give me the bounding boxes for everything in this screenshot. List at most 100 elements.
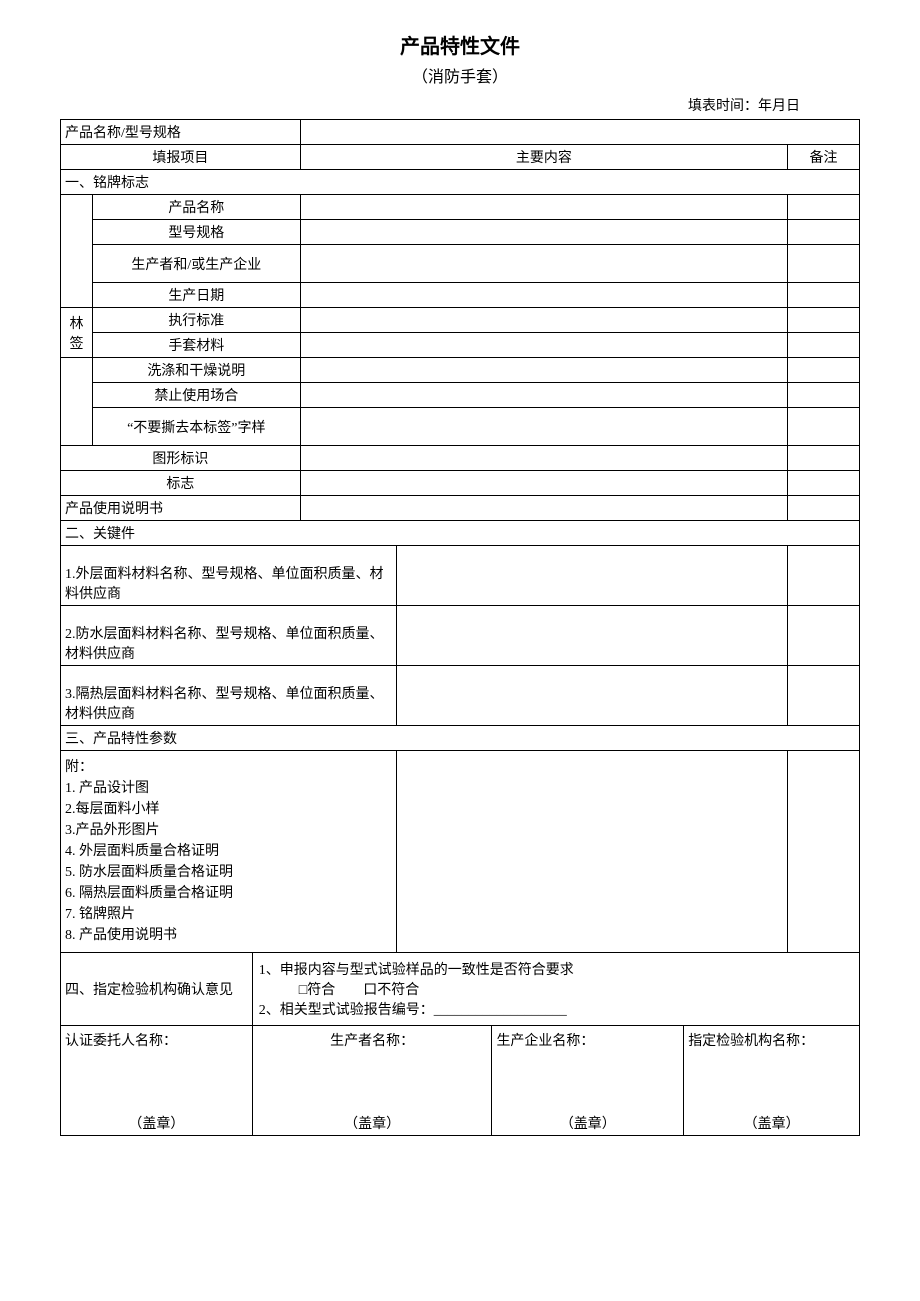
attach2: 2.每层面料小样 [65, 799, 392, 820]
row-key2: 2.防水层面料材料名称、型号规格、单位面积质量、材料供应商 [61, 606, 860, 666]
value-product-model[interactable] [300, 120, 859, 145]
remark-material[interactable] [788, 333, 860, 358]
label-key2: 2.防水层面料材料名称、型号规格、单位面积质量、材料供应商 [61, 606, 397, 666]
attach7: 7. 铭牌照片 [65, 904, 392, 925]
sec4-line2: 2、相关型式试验报告编号：___________________ [259, 999, 853, 1019]
row-key1: 1.外层面料材料名称、型号规格、单位面积质量、材料供应商 [61, 546, 860, 606]
section-3-title: 三、产品特性参数 [61, 726, 860, 751]
remark-graphic[interactable] [788, 446, 860, 471]
sig3-seal: （盖章） [492, 1113, 683, 1133]
row-attachments: 附： 1. 产品设计图 2.每层面料小样 3.产品外形图片 4. 外层面料质量合… [61, 751, 860, 953]
label-material: 手套材料 [92, 333, 300, 358]
value-prod-date[interactable] [300, 283, 787, 308]
label-mark: 标志 [61, 471, 301, 496]
sidebar-linqian: 林签 [61, 308, 93, 358]
row-prod-date: 生产日期 [61, 283, 860, 308]
attach1: 1. 产品设计图 [65, 778, 392, 799]
value-mark[interactable] [300, 471, 787, 496]
attach3: 3.产品外形图片 [65, 820, 392, 841]
row-product-name-model: 产品名称/型号规格 [61, 120, 860, 145]
value-no-tear[interactable] [300, 408, 787, 446]
remark-prod-name[interactable] [788, 195, 860, 220]
label-prod-date: 生产日期 [92, 283, 300, 308]
row-graphic: 图形标识 [61, 446, 860, 471]
row-prod-name: 产品名称 [61, 195, 860, 220]
value-attachments[interactable] [396, 751, 787, 953]
date-label: 填表时间：年月日 [60, 95, 860, 115]
checkbox-conform[interactable]: □符合 [299, 983, 335, 998]
attach4: 4. 外层面料质量合格证明 [65, 841, 392, 862]
remark-model[interactable] [788, 220, 860, 245]
remark-key2[interactable] [788, 606, 860, 666]
sig1-seal: （盖章） [61, 1113, 252, 1133]
label-no-tear: “不要撕去本标签”字样 [92, 408, 300, 446]
value-model[interactable] [300, 220, 787, 245]
value-producer[interactable] [300, 245, 787, 283]
value-graphic[interactable] [300, 446, 787, 471]
label-key3: 3.隔热层面料材料名称、型号规格、单位面积质量、材料供应商 [61, 666, 397, 726]
col-header-item: 填报项目 [61, 145, 301, 170]
remark-producer[interactable] [788, 245, 860, 283]
section-2-title: 二、关键件 [61, 521, 860, 546]
remark-attachments[interactable] [788, 751, 860, 953]
sig-cell-4: 指定检验机构名称： （盖章） [684, 1026, 860, 1136]
row-manual: 产品使用说明书 [61, 496, 860, 521]
document-subtitle: （消防手套） [60, 63, 860, 87]
value-wash[interactable] [300, 358, 787, 383]
label-key1: 1.外层面料材料名称、型号规格、单位面积质量、材料供应商 [61, 546, 397, 606]
section-4-content: 1、申报内容与型式试验样品的一致性是否符合要求 □符合 口不符合 2、相关型式试… [252, 953, 859, 1026]
row-producer: 生产者和/或生产企业 [61, 245, 860, 283]
value-key2[interactable] [396, 606, 787, 666]
label-manual: 产品使用说明书 [61, 496, 301, 521]
row-standard: 林签 执行标准 [61, 308, 860, 333]
sig4-label: 指定检验机构名称： [688, 1030, 855, 1050]
remark-manual[interactable] [788, 496, 860, 521]
attach5: 5. 防水层面料质量合格证明 [65, 862, 392, 883]
remark-no-tear[interactable] [788, 408, 860, 446]
value-key1[interactable] [396, 546, 787, 606]
row-model: 型号规格 [61, 220, 860, 245]
value-manual[interactable] [300, 496, 787, 521]
row-signatures: 认证委托人名称： （盖章） 生产者名称： （盖章） 生产企业名称： （盖章） 指… [61, 1026, 860, 1136]
section-4-title: 四、指定检验机构确认意见 [61, 953, 253, 1026]
remark-mark[interactable] [788, 471, 860, 496]
remark-prod-date[interactable] [788, 283, 860, 308]
value-standard[interactable] [300, 308, 787, 333]
document-title: 产品特性文件 [60, 30, 860, 59]
section-1: 一、铭牌标志 [61, 170, 860, 195]
label-prod-name: 产品名称 [92, 195, 300, 220]
remark-key1[interactable] [788, 546, 860, 606]
remark-prohibit[interactable] [788, 383, 860, 408]
sig4-seal: （盖章） [684, 1113, 859, 1133]
sig2-seal: （盖章） [253, 1113, 492, 1133]
label-product-model: 产品名称/型号规格 [61, 120, 301, 145]
label-producer: 生产者和/或生产企业 [92, 245, 300, 283]
row-material: 手套材料 [61, 333, 860, 358]
label-standard: 执行标准 [92, 308, 300, 333]
value-prod-name[interactable] [300, 195, 787, 220]
sig-cell-2: 生产者名称： （盖章） [252, 1026, 492, 1136]
main-table: 产品名称/型号规格 填报项目 主要内容 备注 一、铭牌标志 产品名称 型号规格 … [60, 119, 860, 1136]
section-3: 三、产品特性参数 [61, 726, 860, 751]
section-4: 四、指定检验机构确认意见 1、申报内容与型式试验样品的一致性是否符合要求 □符合… [61, 953, 860, 1026]
remark-wash[interactable] [788, 358, 860, 383]
value-material[interactable] [300, 333, 787, 358]
label-model: 型号规格 [92, 220, 300, 245]
attach-header: 附： [65, 757, 392, 778]
section-2: 二、关键件 [61, 521, 860, 546]
label-prohibit: 禁止使用场合 [92, 383, 300, 408]
sig-cell-3: 生产企业名称： （盖章） [492, 1026, 684, 1136]
sig2-label: 生产者名称： [257, 1030, 488, 1050]
section-1-title: 一、铭牌标志 [61, 170, 860, 195]
attach8: 8. 产品使用说明书 [65, 925, 392, 946]
remark-standard[interactable] [788, 308, 860, 333]
blank-sidebar-1 [61, 195, 93, 308]
remark-key3[interactable] [788, 666, 860, 726]
row-prohibit: 禁止使用场合 [61, 383, 860, 408]
value-key3[interactable] [396, 666, 787, 726]
col-header-content: 主要内容 [300, 145, 787, 170]
label-wash: 洗涤和干燥说明 [92, 358, 300, 383]
value-prohibit[interactable] [300, 383, 787, 408]
checkbox-not-conform[interactable]: 口不符合 [363, 983, 419, 998]
sig3-label: 生产企业名称： [496, 1030, 679, 1050]
